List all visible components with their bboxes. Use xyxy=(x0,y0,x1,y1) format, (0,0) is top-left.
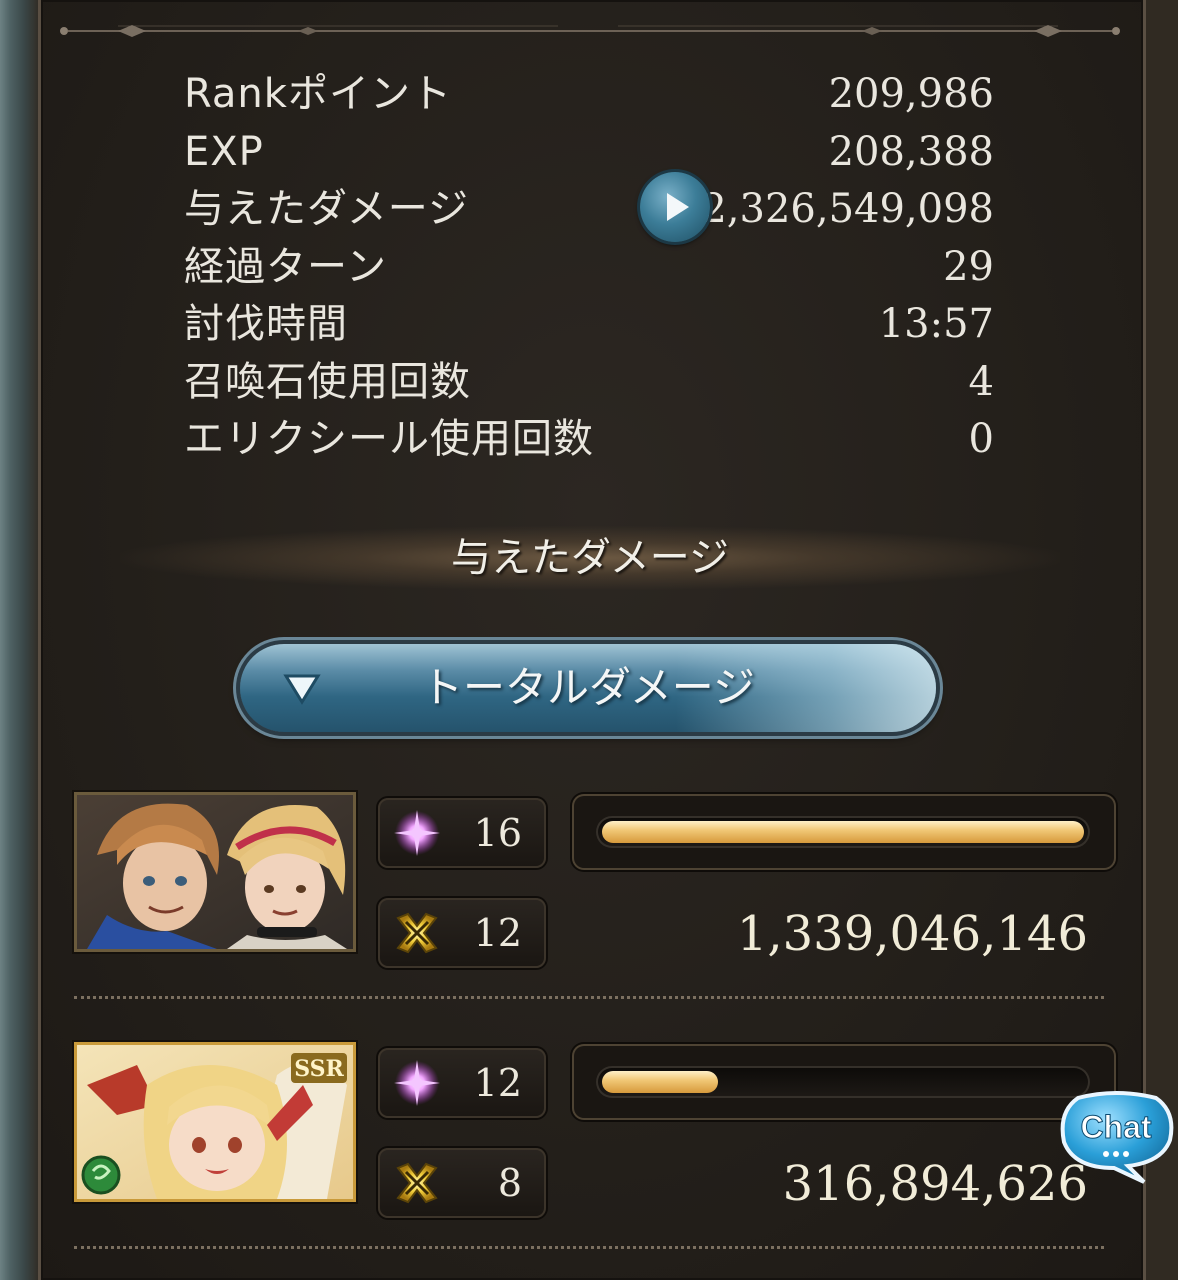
battle-stats: Rankポイント 209,986 EXP 208,388 与えたダメージ 2,3… xyxy=(184,66,994,469)
stat-label: EXP xyxy=(184,128,264,175)
skill-count: 12 xyxy=(473,1061,522,1105)
stat-row-summon-uses: 召喚石使用回数 4 xyxy=(184,354,994,412)
ssr-badge: SSR xyxy=(294,1056,344,1082)
play-icon xyxy=(667,193,689,221)
sparkle-icon xyxy=(394,810,440,856)
stat-row-clear-time: 討伐時間 13:57 xyxy=(184,296,994,354)
attack-count: 12 xyxy=(473,911,522,955)
total-damage-toggle-button[interactable]: トータルダメージ xyxy=(240,644,936,732)
skill-count: 16 xyxy=(473,811,522,855)
stat-label: 討伐時間 xyxy=(184,301,348,347)
attack-count-box: 8 xyxy=(378,1148,546,1218)
stat-row-damage-dealt: 与えたダメージ 2,326,549,098 xyxy=(184,181,994,239)
stat-label: Rankポイント xyxy=(184,71,452,117)
row-divider xyxy=(74,996,1104,999)
damage-bar-box xyxy=(572,794,1116,870)
character-portrait-1 xyxy=(74,792,356,952)
damage-bar-track xyxy=(596,816,1090,848)
damage-bar-box xyxy=(572,1044,1116,1120)
stat-row-elixir-uses: エリクシール使用回数 0 xyxy=(184,411,994,469)
chat-label: Chat xyxy=(1080,1109,1151,1145)
stat-label: 与えたダメージ xyxy=(184,186,469,232)
damage-bar-fill xyxy=(602,821,1084,843)
toggle-label: トータルダメージ xyxy=(421,663,755,712)
ornament-divider xyxy=(60,25,1120,37)
stat-value: 4 xyxy=(968,358,994,405)
stat-label: 経過ターン xyxy=(184,243,387,290)
attack-count-box: 12 xyxy=(378,898,546,968)
stat-row-rank-points: Rankポイント 209,986 xyxy=(184,66,994,124)
stat-value: 209,986 xyxy=(828,71,994,117)
damage-detail-play-button[interactable] xyxy=(640,172,710,242)
stat-value: 0 xyxy=(968,416,994,462)
skill-count-box: 12 xyxy=(378,1048,546,1118)
character-portrait-image xyxy=(77,795,353,949)
damage-value: 1,339,046,146 xyxy=(736,906,1088,962)
stat-value: 13:57 xyxy=(878,301,994,347)
stat-value: 2,326,549,098 xyxy=(701,186,994,232)
damage-bar-track xyxy=(596,1066,1090,1098)
chat-button[interactable]: Chat xyxy=(1058,1088,1176,1184)
stat-value: 208,388 xyxy=(828,128,994,175)
stat-label: エリクシール使用回数 xyxy=(184,416,594,462)
stat-value: 29 xyxy=(943,243,994,290)
character-portrait-2: SSR xyxy=(74,1042,356,1202)
damage-value: 316,894,626 xyxy=(782,1156,1088,1212)
chat-bubble-icon: Chat xyxy=(1060,1091,1174,1184)
character-portrait-image: SSR xyxy=(77,1045,353,1199)
skill-count-box: 16 xyxy=(378,798,546,868)
damage-bar-fill xyxy=(602,1071,718,1093)
crossed-swords-icon xyxy=(396,912,438,954)
stat-row-exp: EXP 208,388 xyxy=(184,124,994,182)
crossed-swords-icon xyxy=(396,1162,438,1204)
attack-count: 8 xyxy=(497,1161,522,1205)
sparkle-icon xyxy=(394,1060,440,1106)
section-title: 与えたダメージ xyxy=(451,535,729,581)
stat-row-turns: 経過ターン 29 xyxy=(184,239,994,297)
row-divider xyxy=(74,1246,1104,1249)
stat-label: 召喚石使用回数 xyxy=(184,358,471,405)
